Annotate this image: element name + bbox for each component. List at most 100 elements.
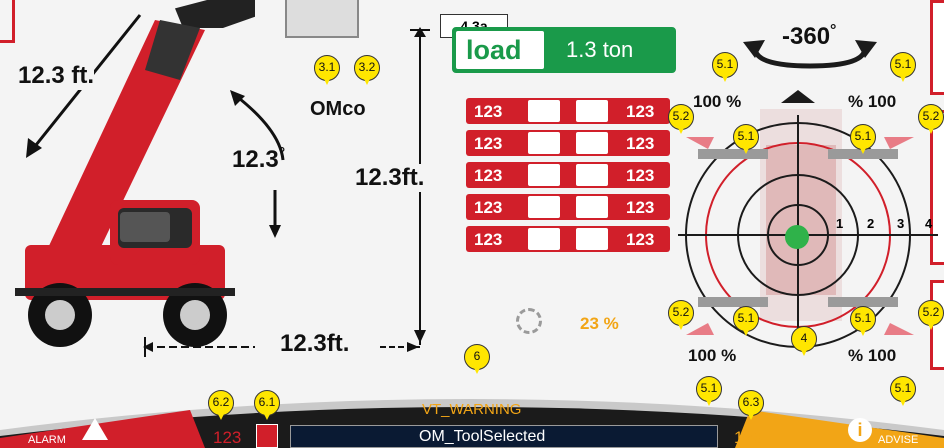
callout-label: 5.2: [922, 305, 940, 319]
callout-label: 5.1: [894, 57, 912, 71]
row-left-value: 123: [474, 166, 503, 185]
table-row: 123 123: [466, 98, 670, 124]
angle-label: 12.3°: [232, 145, 285, 174]
hydraulic-icon: [528, 228, 560, 250]
ring-label: 2: [867, 216, 875, 231]
callout-label: 3.2: [358, 60, 376, 74]
height-label: 12.3ft.: [355, 164, 425, 192]
callout-label: 5.2: [672, 305, 690, 319]
callout-5-1: 5.1: [712, 52, 738, 82]
reach-label: 12.3ft.: [280, 330, 350, 357]
callout-5-1: 5.1: [733, 306, 759, 336]
angle-value: 12.3: [232, 146, 279, 173]
callout-label: 5.2: [672, 109, 690, 123]
boom-angle-icon: [576, 100, 608, 122]
callout-label: 6.2: [212, 395, 230, 409]
callout-label: 5.1: [854, 311, 872, 325]
telehandler-image: [15, 20, 235, 347]
callout-5-2: 5.2: [918, 300, 944, 330]
alarm-triangle-icon: [82, 418, 108, 440]
warning-title: VT_WARNING: [422, 401, 522, 418]
callout-label: 4: [800, 331, 808, 345]
callout-3-1: 3.1: [314, 55, 340, 85]
outrigger-icon: [576, 196, 608, 218]
ring-label: 4: [925, 216, 933, 231]
callout-label: 5.1: [854, 129, 872, 143]
engine-gear-icon: [516, 308, 542, 334]
callout-5-1: 5.1: [890, 52, 916, 82]
load-label-box: load: [456, 31, 544, 69]
table-row: 123 123: [466, 226, 670, 252]
alarm-count: 123: [213, 428, 242, 447]
callout-label: 5.1: [737, 129, 755, 143]
tool-code-label: OMco: [310, 98, 366, 120]
row-right-value: 123: [626, 166, 655, 185]
reverse-r-icon: [528, 164, 560, 186]
callout-5-2: 5.2: [918, 104, 944, 134]
row-right-value: 123: [626, 198, 655, 217]
table-row: 123 123: [466, 194, 670, 220]
message-box[interactable]: OM_ToolSelected: [290, 425, 718, 448]
callout-5-1: 5.1: [733, 124, 759, 154]
reverse-r-icon: [576, 164, 608, 186]
info-icon: i: [848, 418, 872, 442]
advise-count: 123: [734, 428, 763, 447]
advise-label: ADVISE: [878, 434, 919, 446]
stability-top-right: % 100: [848, 92, 897, 111]
callout-label: 5.2: [922, 109, 940, 123]
callout-6-2: 6.2: [208, 390, 234, 420]
outrigger-icon: [528, 196, 560, 218]
load-label: load: [466, 35, 522, 65]
table-row: 123 123: [466, 130, 670, 156]
callout-5-1: 5.1: [850, 124, 876, 154]
callout-label: 3.1: [318, 60, 336, 74]
row-right-value: 123: [626, 230, 655, 249]
hydraulic-icon: [576, 228, 608, 250]
callout-4: 4: [791, 326, 817, 356]
rotation-label: -360°: [782, 22, 836, 51]
rotation-value: -360: [782, 23, 831, 50]
boom-extend-icon: [528, 132, 560, 154]
callout-6: 6: [464, 344, 490, 374]
callout-label: 5.1: [737, 311, 755, 325]
message-text: OM_ToolSelected: [419, 428, 546, 445]
angle-unit: °: [278, 145, 286, 162]
callout-5-1: 5.1: [890, 376, 916, 406]
boom-extend-icon: [576, 132, 608, 154]
load-panel: load 1.3 ton: [452, 27, 676, 73]
ring-label: 3: [897, 216, 905, 231]
attachment-icon: [285, 0, 359, 38]
stability-bottom-left: 100 %: [688, 346, 737, 365]
callout-5-2: 5.2: [668, 300, 694, 330]
callout-6-1: 6.1: [254, 390, 280, 420]
row-left-value: 123: [474, 230, 503, 249]
row-right-value: 123: [626, 134, 655, 153]
callout-label: 6.1: [258, 395, 276, 409]
alarm-label: ALARM: [28, 434, 66, 446]
row-left-value: 123: [474, 102, 503, 121]
stability-bottom-right: % 100: [848, 346, 897, 365]
callout-5-1: 5.1: [850, 306, 876, 336]
engine-percent: 23 %: [580, 314, 619, 333]
boom-angle-icon: [528, 100, 560, 122]
callout-label: 6.3: [742, 395, 760, 409]
callout-3-2: 3.2: [354, 55, 380, 85]
row-left-value: 123: [474, 198, 503, 217]
stability-top-left: 100 %: [693, 92, 742, 111]
load-value: 1.3 ton: [566, 37, 634, 62]
callout-5-1: 5.1: [696, 376, 722, 406]
callout-label: 5.1: [700, 381, 718, 395]
ring-label: 1: [836, 216, 844, 231]
callout-5-2: 5.2: [668, 104, 694, 134]
callout-6-3: 6.3: [738, 390, 764, 420]
callout-label: 5.1: [716, 57, 734, 71]
callout-label: 5.1: [894, 381, 912, 395]
right-edge-bar-top: [930, 0, 944, 95]
row-right-value: 123: [626, 102, 655, 121]
table-row: 123 123: [466, 162, 670, 188]
rotation-unit: °: [830, 22, 837, 39]
row-left-value: 123: [474, 134, 503, 153]
callout-label: 6: [473, 349, 481, 363]
hand-icon[interactable]: [256, 424, 278, 448]
top-left-bracket: [0, 0, 15, 43]
